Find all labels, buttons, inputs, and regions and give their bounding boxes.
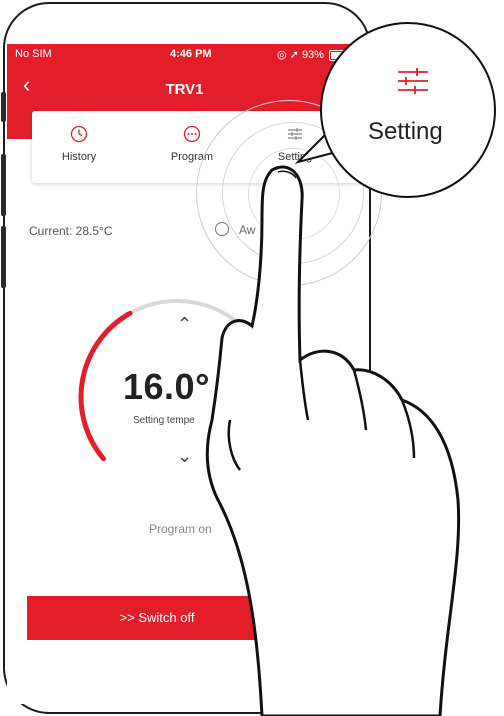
clock-label: 4:46 PM [170,48,212,60]
mute-switch [1,92,6,122]
ellipsis-circle-icon [183,125,201,143]
clock-icon [70,125,88,143]
carrier-label: No SIM [15,48,52,60]
program-status: Program on [149,522,212,536]
current-temperature: Current: 28.5°C [29,224,113,238]
tab-history-label: History [61,151,97,163]
battery-percent: ◎ ➚ 93% [277,49,324,61]
page-title: TRV1 [165,81,204,98]
volume-down-button [1,226,6,288]
decrease-temperature-button[interactable]: ⌄ [177,446,192,467]
tab-history[interactable]: History [44,125,114,163]
callout-bubble [320,22,496,198]
switch-off-button[interactable]: >> Switch off [27,596,287,640]
volume-up-button [1,154,6,216]
sliders-icon [398,68,428,94]
setting-temperature-label: Setting tempe [133,415,195,426]
increase-temperature-button[interactable]: ⌃ [177,314,192,335]
callout-label: Setting [368,118,443,145]
setting-temperature-value: 16.0° [123,366,210,407]
status-bar: No SIM 4:46 PM ◎ ➚ 93% [7,48,362,64]
